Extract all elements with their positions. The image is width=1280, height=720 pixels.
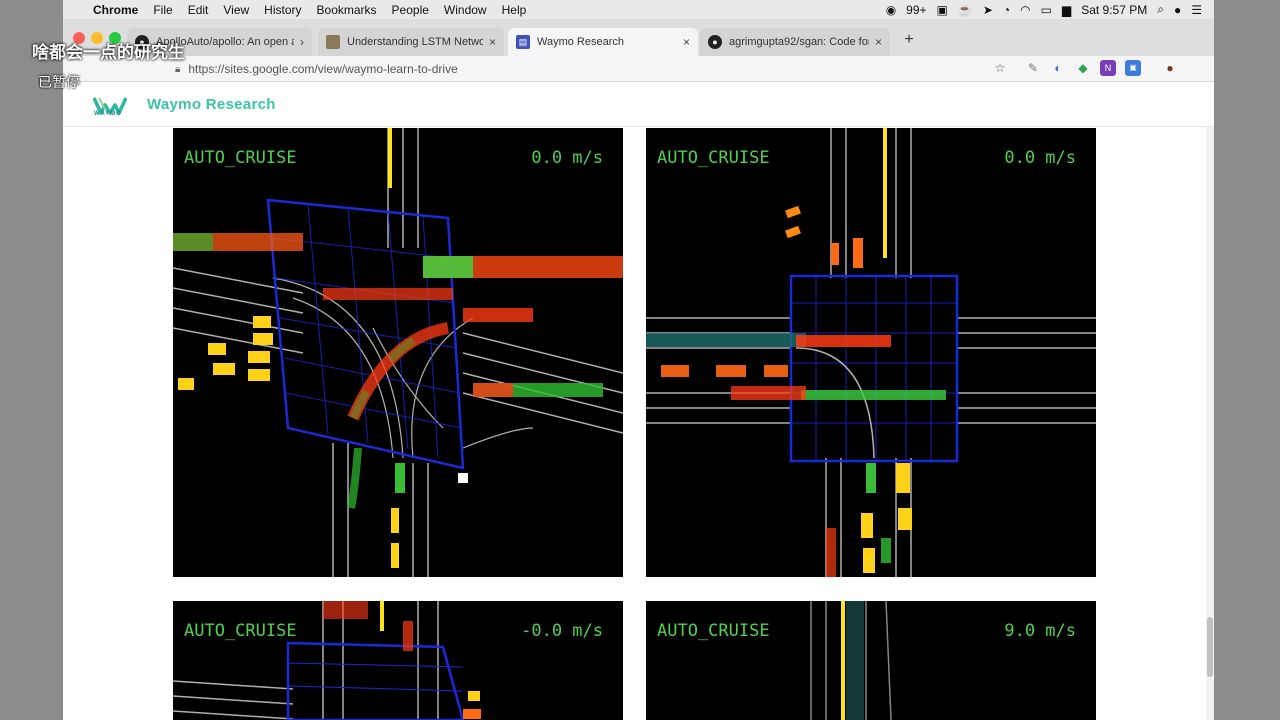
tab-title: Waymo Research [537, 36, 625, 48]
menu-people[interactable]: People [392, 3, 429, 17]
close-icon[interactable]: › [300, 35, 304, 49]
drive-mode-label: AUTO_CRUISE [657, 148, 770, 168]
menu-help[interactable]: Help [502, 3, 527, 17]
page-scrollbar[interactable] [1206, 127, 1214, 720]
tab-lstm[interactable]: Understanding LSTM Networks × [318, 28, 504, 56]
blog-icon [326, 35, 340, 49]
menu-history[interactable]: History [264, 3, 301, 17]
sim-panel-4: AUTO_CRUISE 9.0 m/s [646, 601, 1096, 720]
close-icon[interactable]: × [489, 35, 496, 49]
menu-window[interactable]: Window [444, 3, 487, 17]
video-paused-status: 已暂停 [38, 74, 80, 90]
tab-waymo-research[interactable]: ▤ Waymo Research × [508, 28, 698, 56]
driving-scene-2 [646, 128, 1096, 577]
notification-badge[interactable]: 99+ [906, 3, 926, 17]
google-sites-icon: ▤ [516, 35, 530, 49]
speed-readout: -0.0 m/s [521, 621, 603, 641]
notification-center-icon[interactable]: ☰ [1191, 3, 1202, 17]
menu-edit[interactable]: Edit [188, 3, 209, 17]
menu-view[interactable]: View [223, 3, 249, 17]
web-page: WAYMO Waymo Research AUTO_CRUISE 0.0 m/s… [63, 83, 1214, 720]
menu-bookmarks[interactable]: Bookmarks [317, 3, 377, 17]
mac-menubar: Chrome File Edit View History Bookmarks … [63, 0, 1214, 19]
clock-text[interactable]: Sat 9:57 PM [1081, 3, 1147, 17]
speed-readout: 0.0 m/s [531, 148, 603, 168]
speed-readout: 9.0 m/s [1004, 621, 1076, 641]
sim-panel-2: AUTO_CRUISE 0.0 m/s [646, 128, 1096, 577]
tab-title: agrimgupta92/sgan: Code for [729, 36, 869, 48]
send-icon[interactable]: ➤ [983, 3, 993, 17]
sim-panel-1: AUTO_CRUISE 0.0 m/s [173, 128, 623, 577]
drive-mode-label: AUTO_CRUISE [184, 621, 297, 641]
sim-panel-3: AUTO_CRUISE -0.0 m/s [173, 601, 623, 720]
drive-mode-label: AUTO_CRUISE [184, 148, 297, 168]
drive-mode-label: AUTO_CRUISE [657, 621, 770, 641]
cup-icon[interactable]: ☕ [958, 3, 973, 17]
bookmark-star-icon[interactable]: ☆ [992, 60, 1008, 76]
driving-scene-3 [173, 601, 481, 720]
close-icon[interactable]: × [875, 35, 882, 49]
logo-wordmark: WAYMO [94, 111, 122, 117]
driving-scene-1 [173, 128, 623, 577]
scrollbar-thumb[interactable] [1207, 617, 1213, 677]
address-bar[interactable]: 🔒︎ https://sites.google.com/view/waymo-l… [175, 57, 1013, 81]
site-title[interactable]: Waymo Research [147, 96, 276, 113]
site-header: WAYMO Waymo Research [63, 83, 1214, 127]
battery-icon[interactable]: ▭ [1041, 3, 1052, 17]
shield-icon[interactable]: ▣ [937, 3, 948, 17]
lock-icon[interactable]: 🔒︎ [175, 64, 180, 75]
url-text[interactable]: https://sites.google.com/view/waymo-lear… [188, 62, 457, 76]
profile-avatar-icon[interactable]: ● [1162, 60, 1178, 76]
menu-file[interactable]: File [153, 3, 172, 17]
new-tab-button[interactable]: + [899, 31, 919, 51]
browser-toolbar: 🔒︎ https://sites.google.com/view/waymo-l… [63, 56, 1214, 82]
browser-window: ● ApolloAuto/apollo: An open auto › Unde… [63, 19, 1214, 720]
github-icon: ● [708, 35, 722, 49]
tab-sgan[interactable]: ● agrimgupta92/sgan: Code for × [700, 28, 890, 56]
close-icon[interactable]: × [683, 35, 690, 49]
evernote-icon[interactable]: ◆ [1075, 60, 1091, 76]
wifi-icon[interactable]: ◠ [1020, 3, 1030, 17]
video-overlay-title: 啥都会一点的研究生 [32, 43, 185, 62]
tab-title: Understanding LSTM Networks [347, 36, 483, 48]
extension-icon[interactable]: ◐ [1050, 60, 1066, 76]
extension-icon[interactable]: ✎ [1025, 60, 1041, 76]
input-source-icon[interactable]: ▆ [1062, 3, 1071, 17]
menu-app-name[interactable]: Chrome [93, 3, 138, 17]
driving-scene-4 [810, 601, 892, 720]
onenote-icon[interactable]: N [1100, 60, 1116, 76]
timer-icon[interactable]: ◔ [1003, 3, 1010, 17]
tab-strip: ● ApolloAuto/apollo: An open auto › Unde… [63, 19, 1214, 56]
wechat-icon[interactable]: ◉ [886, 3, 896, 17]
speed-readout: 0.0 m/s [1004, 148, 1076, 168]
new-extension-icon[interactable]: ▣ [1125, 60, 1141, 76]
screen: Chrome File Edit View History Bookmarks … [0, 0, 1280, 720]
siri-icon[interactable]: ● [1174, 3, 1181, 17]
spotlight-search-icon[interactable]: ⌕ [1157, 2, 1164, 17]
